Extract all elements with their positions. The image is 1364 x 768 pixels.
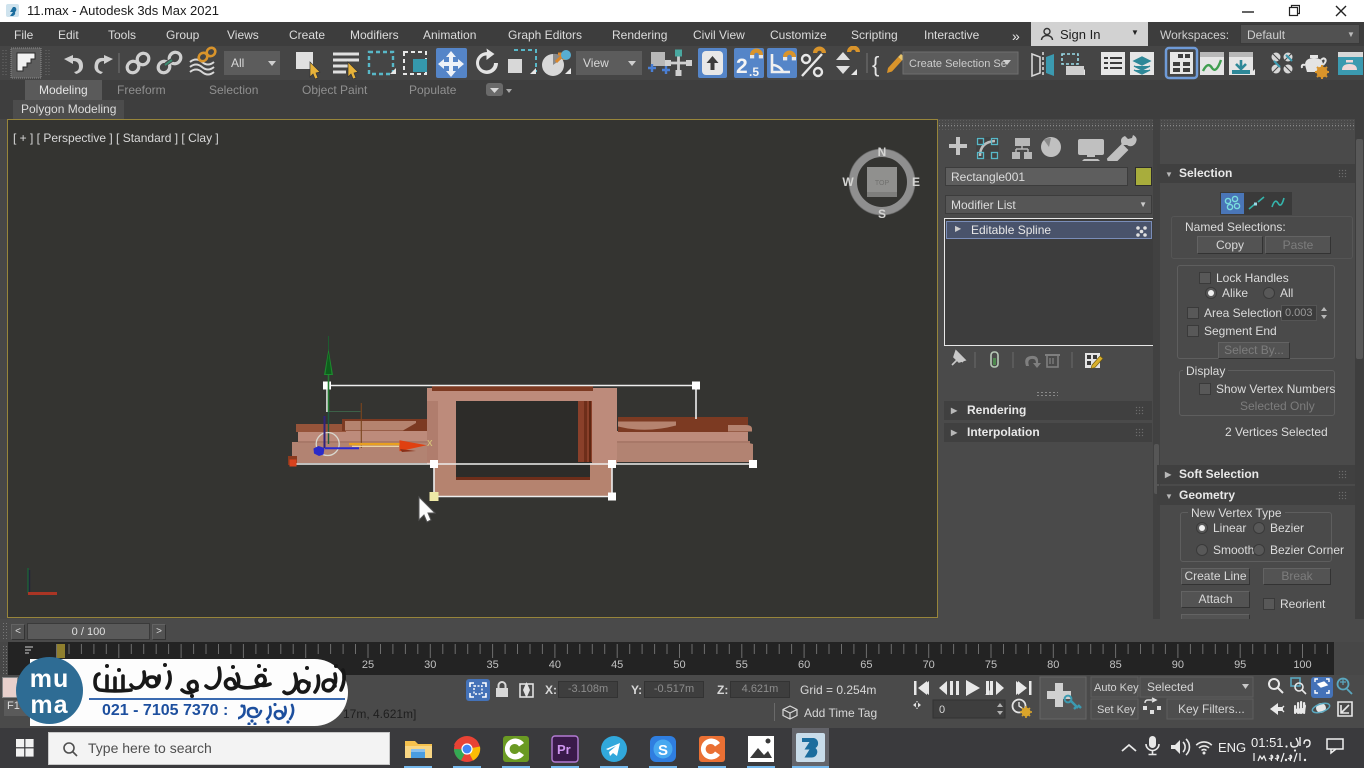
svg-text:75: 75 xyxy=(985,659,997,671)
svg-text:E: E xyxy=(912,175,920,189)
svg-text:65: 65 xyxy=(860,659,872,671)
svg-text:All: All xyxy=(231,56,244,70)
svg-text:35: 35 xyxy=(486,659,498,671)
svg-text:60: 60 xyxy=(798,659,810,671)
svg-text:95: 95 xyxy=(1234,659,1246,671)
svg-text:30: 30 xyxy=(424,659,436,671)
svg-text:N: N xyxy=(878,145,887,159)
svg-text:S: S xyxy=(878,207,886,221)
svg-text:Set Key: Set Key xyxy=(1097,704,1136,716)
svg-text:90: 90 xyxy=(1172,659,1184,671)
svg-text:2: 2 xyxy=(736,55,748,78)
svg-text:01:51: 01:51 xyxy=(1251,735,1284,750)
svg-text:50: 50 xyxy=(673,659,685,671)
svg-text:.5: .5 xyxy=(749,65,759,79)
svg-text:S: S xyxy=(658,742,668,759)
svg-text:TOP: TOP xyxy=(875,180,890,187)
svg-text:ENG: ENG xyxy=(1218,740,1246,755)
svg-text:Key Filters...: Key Filters... xyxy=(1178,702,1245,716)
svg-text:Selected: Selected xyxy=(1147,680,1194,694)
svg-text:0: 0 xyxy=(939,704,945,716)
svg-text:W: W xyxy=(842,175,854,189)
svg-text:x: x xyxy=(427,437,433,449)
svg-text:70: 70 xyxy=(923,659,935,671)
svg-text:40: 40 xyxy=(549,659,561,671)
svg-text:45: 45 xyxy=(611,659,623,671)
svg-text:View: View xyxy=(583,56,609,70)
svg-text:55: 55 xyxy=(736,659,748,671)
svg-text:85: 85 xyxy=(1109,659,1121,671)
svg-text:Create Selection Se: Create Selection Se xyxy=(909,58,1007,70)
svg-text:{: { xyxy=(872,52,879,77)
svg-text:Auto Key: Auto Key xyxy=(1094,682,1139,694)
svg-text:25: 25 xyxy=(362,659,374,671)
svg-text:Pr: Pr xyxy=(557,742,571,757)
svg-text:100: 100 xyxy=(1293,659,1311,671)
svg-text:80: 80 xyxy=(1047,659,1059,671)
